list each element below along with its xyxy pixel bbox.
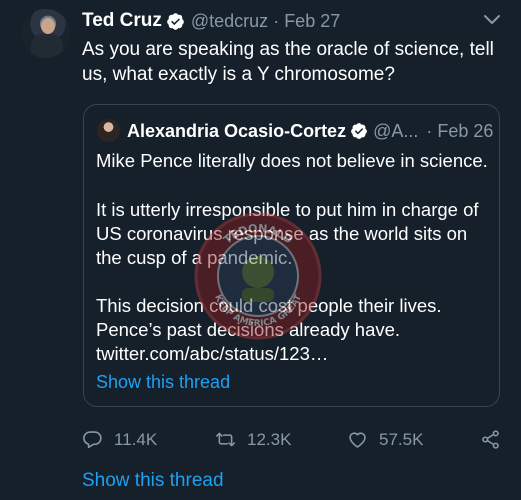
quoted-author-handle: @A... [373,120,419,141]
quoted-paragraph-3-line-2: Pence’s past decisions already have. [96,319,401,340]
author-handle[interactable]: @tedcruz [191,11,268,32]
reply-button[interactable]: 11.4K [82,429,157,450]
quoted-author-name: Alexandria Ocasio-Cortez [127,120,347,141]
like-button[interactable]: 57.5K [347,429,423,450]
quoted-link[interactable]: twitter.com/abc/status/123… [96,342,491,366]
heart-icon [349,432,366,448]
quoted-header-separator: · [426,120,433,141]
author-name[interactable]: Ted Cruz [82,10,162,32]
like-count: 57.5K [379,429,424,449]
show-thread-link[interactable]: Show this thread [82,470,224,492]
chevron-down-icon[interactable] [482,12,502,28]
quoted-tweet-header: Alexandria Ocasio-Cortez @A... · Feb 26 [127,119,493,143]
retweet-icon [215,432,236,447]
tweet-actions: 11.4K 12.3K 57.5K [0,425,521,455]
retweet-count: 12.3K [247,429,292,449]
share-button[interactable] [480,429,501,450]
tweet: Ted Cruz @tedcruz · Feb 27 As you are sp… [0,0,521,500]
quoted-show-thread-link[interactable]: Show this thread [96,372,230,393]
reply-icon [83,431,102,449]
header-separator: · [273,10,280,31]
quoted-paragraph-3: This decision could cost people their li… [96,294,491,366]
quoted-tweet[interactable]: Alexandria Ocasio-Cortez @A... · Feb 26 … [83,104,500,407]
share-icon [482,430,499,449]
verified-badge-icon [167,12,184,30]
quoted-paragraph-1: Mike Pence literally does not believe in… [96,150,488,171]
quoted-paragraph-3-line-1: This decision could cost people their li… [96,295,442,316]
verified-badge-icon [351,123,367,139]
retweet-button[interactable]: 12.3K [215,429,291,450]
quoted-tweet-date: Feb 26 [437,120,494,141]
tweet-text: As you are speaking as the oracle of sci… [82,39,494,85]
quoted-paragraph-2: It is utterly irresponsible to put him i… [96,199,479,268]
tweet-header: Ted Cruz @tedcruz · Feb 27 [82,10,340,32]
quoted-author-avatar [97,119,120,142]
tweet-date[interactable]: Feb 27 [284,11,340,32]
reply-count: 11.4K [114,429,158,449]
author-avatar[interactable] [21,9,70,58]
